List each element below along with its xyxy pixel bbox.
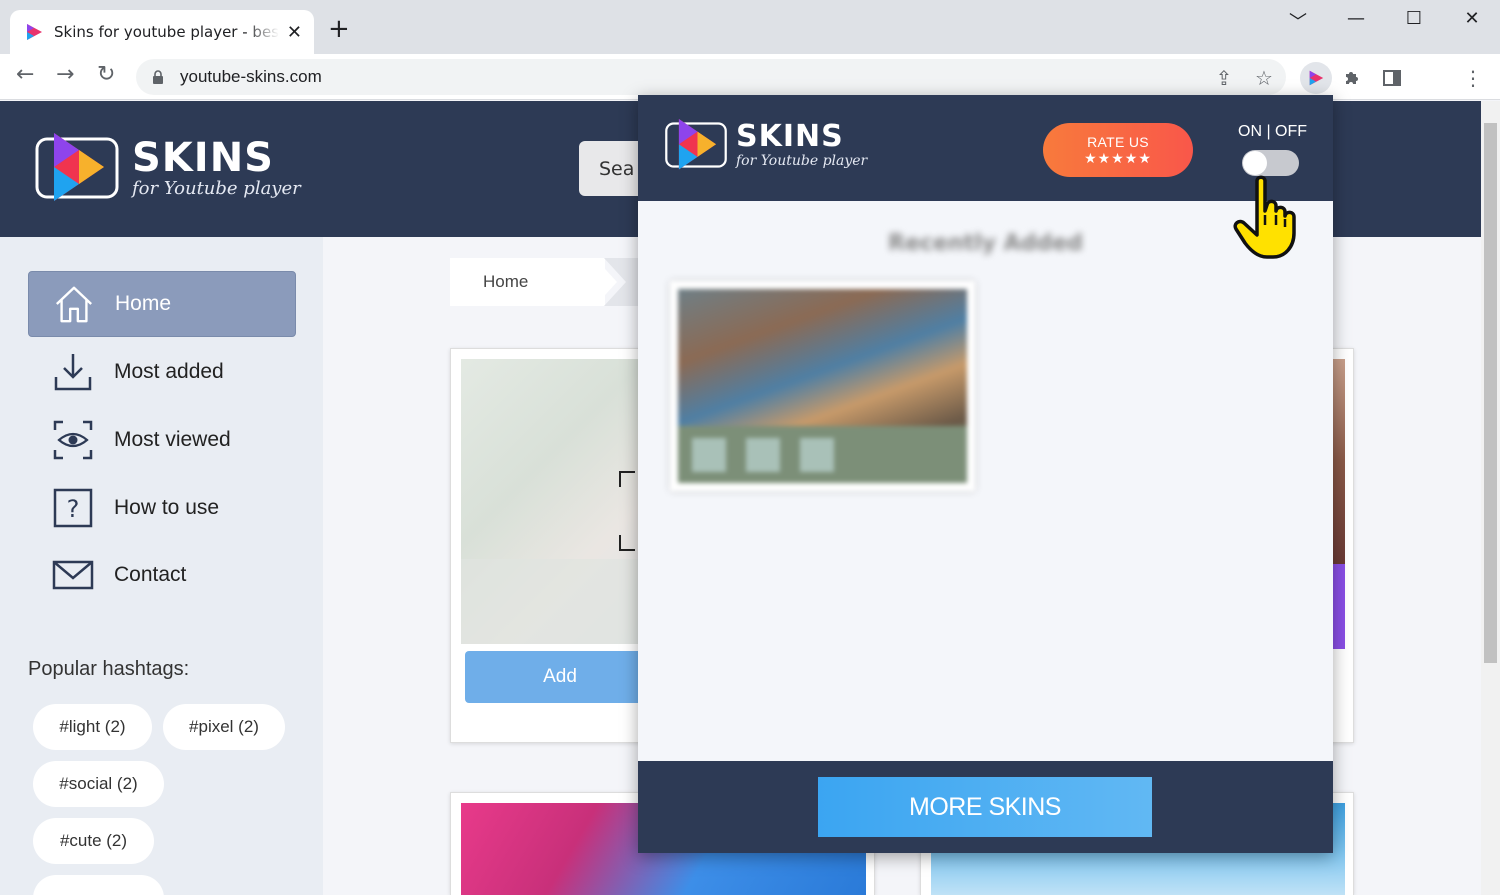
share-icon[interactable]: ⇪: [1212, 66, 1236, 90]
bookmark-star-icon[interactable]: ☆: [1252, 66, 1276, 90]
popup-logo-text: SKINS for Youtube player: [736, 119, 868, 169]
url-text: youtube-skins.com: [180, 67, 322, 86]
question-icon: ?: [52, 487, 94, 529]
play-icon: [692, 438, 726, 472]
lock-icon: [153, 70, 163, 84]
extension-popup: SKINS for Youtube player RATE US ★★★★★ O…: [638, 95, 1333, 853]
toggle-knob: [1243, 151, 1267, 175]
pointer-hand-icon: [1233, 175, 1296, 259]
recently-added-title: Recently Added: [888, 231, 1083, 256]
rate-us-label: RATE US: [1087, 134, 1149, 150]
back-icon[interactable]: ←: [16, 64, 34, 86]
sidebar-item-most-viewed[interactable]: Most viewed: [28, 407, 296, 473]
address-bar[interactable]: youtube-skins.com: [136, 59, 1286, 95]
sidebar-item-how-to-use[interactable]: ? How to use: [28, 475, 296, 541]
mail-icon: [52, 554, 94, 596]
popular-hashtags-title: Popular hashtags:: [28, 658, 190, 680]
rate-us-button[interactable]: RATE US ★★★★★: [1043, 123, 1193, 177]
hashtag-social[interactable]: #social (2): [33, 761, 164, 807]
more-skins-label: MORE SKINS: [909, 792, 1061, 821]
sidebar-item-label: Contact: [114, 563, 187, 586]
window-close-icon[interactable]: ✕: [1457, 8, 1487, 29]
sidebar-item-home[interactable]: Home: [28, 271, 296, 337]
skins-extension-logo-icon: [1309, 70, 1324, 86]
breadcrumb[interactable]: Home: [450, 258, 605, 306]
popup-logo: SKINS for Youtube player: [664, 119, 867, 171]
site-logo-sub: for Youtube player: [132, 178, 301, 199]
browser-toolbar: ← → ↻ youtube-skins.com ⇪ ☆ ⋮: [0, 54, 1500, 100]
site-logo[interactable]: SKINS for Youtube player: [34, 133, 301, 203]
sidebar-item-label: Most viewed: [114, 428, 231, 451]
popup-skins-logo-icon: [665, 119, 727, 170]
sidebar: Home Most added Most viewed ? How to use…: [0, 237, 323, 895]
svg-text:?: ?: [67, 495, 80, 523]
side-panel-icon[interactable]: [1380, 66, 1404, 90]
popup-logo-sub: for Youtube player: [736, 153, 868, 169]
maximize-icon[interactable]: ☐: [1399, 8, 1429, 29]
download-icon: [52, 351, 94, 393]
selection-corner: [619, 535, 635, 551]
browser-tab[interactable]: Skins for youtube player - best re ✕: [10, 10, 314, 54]
hashtag-partial[interactable]: [33, 875, 164, 895]
sidebar-item-label: Home: [115, 292, 172, 315]
reload-icon[interactable]: ↻: [97, 64, 115, 86]
hashtag-light[interactable]: #light (2): [33, 704, 152, 750]
popup-footer: MORE SKINS: [638, 761, 1333, 853]
page-scrollbar-thumb[interactable]: [1484, 123, 1497, 663]
browser-menu-icon[interactable]: ⋮: [1461, 66, 1485, 90]
tab-search-chevron-icon[interactable]: ﹀: [1283, 8, 1313, 34]
hashtag-cute[interactable]: #cute (2): [33, 818, 154, 864]
on-off-label: ON | OFF: [1238, 123, 1308, 140]
skins-logo-icon: [35, 133, 119, 201]
puzzle-shape-icon: [1346, 72, 1358, 84]
skins-favicon-icon: [27, 24, 42, 40]
sidebar-item-most-added[interactable]: Most added: [28, 339, 296, 405]
minimize-icon[interactable]: —: [1341, 8, 1371, 29]
home-icon: [53, 283, 95, 325]
site-logo-word: SKINS: [132, 135, 274, 181]
add-skin-button[interactable]: Add: [465, 651, 655, 703]
hashtag-pixel[interactable]: #pixel (2): [163, 704, 285, 750]
on-off-toggle[interactable]: [1242, 150, 1299, 176]
sidebar-item-label: Most added: [114, 360, 224, 383]
new-tab-icon[interactable]: +: [328, 16, 350, 42]
breadcrumb-home: Home: [483, 272, 529, 291]
selection-corner: [619, 471, 635, 487]
side-panel-shape-icon: [1383, 70, 1401, 86]
add-skin-label: Add: [543, 666, 577, 687]
site-logo-text: SKINS for Youtube player: [132, 138, 301, 198]
tab-close-icon[interactable]: ✕: [287, 22, 302, 43]
page-scrollbar[interactable]: [1481, 101, 1500, 895]
skin-card-controls: [461, 559, 641, 644]
more-skins-button[interactable]: MORE SKINS: [818, 777, 1152, 837]
tab-title: Skins for youtube player - best re: [54, 23, 279, 41]
browser-tabstrip: Skins for youtube player - best re ✕ + ﹀…: [0, 0, 1500, 54]
site-search-label: Sea: [599, 157, 635, 180]
rate-stars-icon: ★★★★★: [1084, 150, 1152, 166]
forward-icon[interactable]: →: [56, 64, 74, 86]
popup-logo-word: SKINS: [736, 119, 844, 154]
popup-header: SKINS for Youtube player RATE US ★★★★★ O…: [638, 95, 1333, 201]
recent-skin-card[interactable]: [670, 281, 975, 491]
sidebar-item-contact[interactable]: Contact: [28, 542, 296, 608]
next-icon: [746, 438, 780, 472]
sidebar-item-label: How to use: [114, 496, 220, 519]
eye-icon: [52, 419, 94, 461]
skins-extension-icon[interactable]: [1300, 62, 1332, 94]
volume-icon: [800, 438, 834, 472]
extensions-puzzle-icon[interactable]: [1340, 66, 1364, 90]
